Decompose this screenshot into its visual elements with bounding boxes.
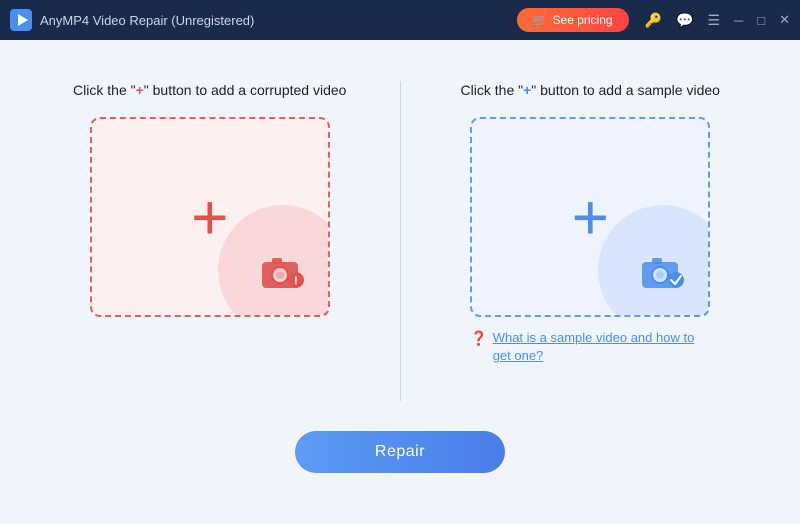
- sample-add-icon: +: [572, 185, 609, 249]
- corrupted-video-panel: Click the "+" button to add a corrupted …: [50, 81, 370, 317]
- corrupted-add-icon: +: [191, 185, 228, 249]
- sample-video-panel: Click the "+" button to add a sample vid…: [431, 81, 751, 365]
- maximize-button[interactable]: □: [757, 13, 765, 28]
- sample-plus-symbol: +: [523, 82, 531, 98]
- panels-row: Click the "+" button to add a corrupted …: [50, 81, 750, 401]
- window-controls: ─ □ ✕: [734, 12, 790, 28]
- help-link-container: ❓ What is a sample video and how to get …: [470, 329, 710, 365]
- sample-camera-icon: [638, 250, 690, 297]
- help-question-icon: ❓: [470, 330, 487, 347]
- sample-upload-box[interactable]: +: [470, 117, 710, 317]
- app-title: AnyMP4 Video Repair (Unregistered): [40, 13, 517, 28]
- help-link[interactable]: What is a sample video and how to get on…: [493, 329, 711, 365]
- corrupted-camera-icon: !: [258, 250, 310, 297]
- app-logo: [10, 9, 32, 31]
- svg-text:!: !: [294, 275, 298, 287]
- titlebar: AnyMP4 Video Repair (Unregistered) 🛒 See…: [0, 0, 800, 40]
- close-button[interactable]: ✕: [779, 12, 790, 28]
- key-icon[interactable]: 🔑: [645, 12, 662, 29]
- minimize-button[interactable]: ─: [734, 13, 743, 28]
- repair-button[interactable]: Repair: [295, 431, 505, 473]
- corrupted-upload-box[interactable]: + !: [90, 117, 330, 317]
- corrupted-plus-symbol: +: [136, 82, 144, 98]
- see-pricing-button[interactable]: 🛒 See pricing: [517, 8, 629, 32]
- chat-icon[interactable]: 💬: [676, 12, 693, 29]
- menu-icon[interactable]: ☰: [707, 12, 720, 29]
- panel-divider: [400, 81, 401, 401]
- see-pricing-label: See pricing: [553, 13, 613, 27]
- cart-icon: 🛒: [533, 13, 548, 27]
- sample-panel-title: Click the "+" button to add a sample vid…: [461, 81, 720, 101]
- main-content: Click the "+" button to add a corrupted …: [0, 40, 800, 524]
- corrupted-panel-title: Click the "+" button to add a corrupted …: [73, 81, 346, 101]
- titlebar-controls: 🔑 💬 ☰: [645, 12, 720, 29]
